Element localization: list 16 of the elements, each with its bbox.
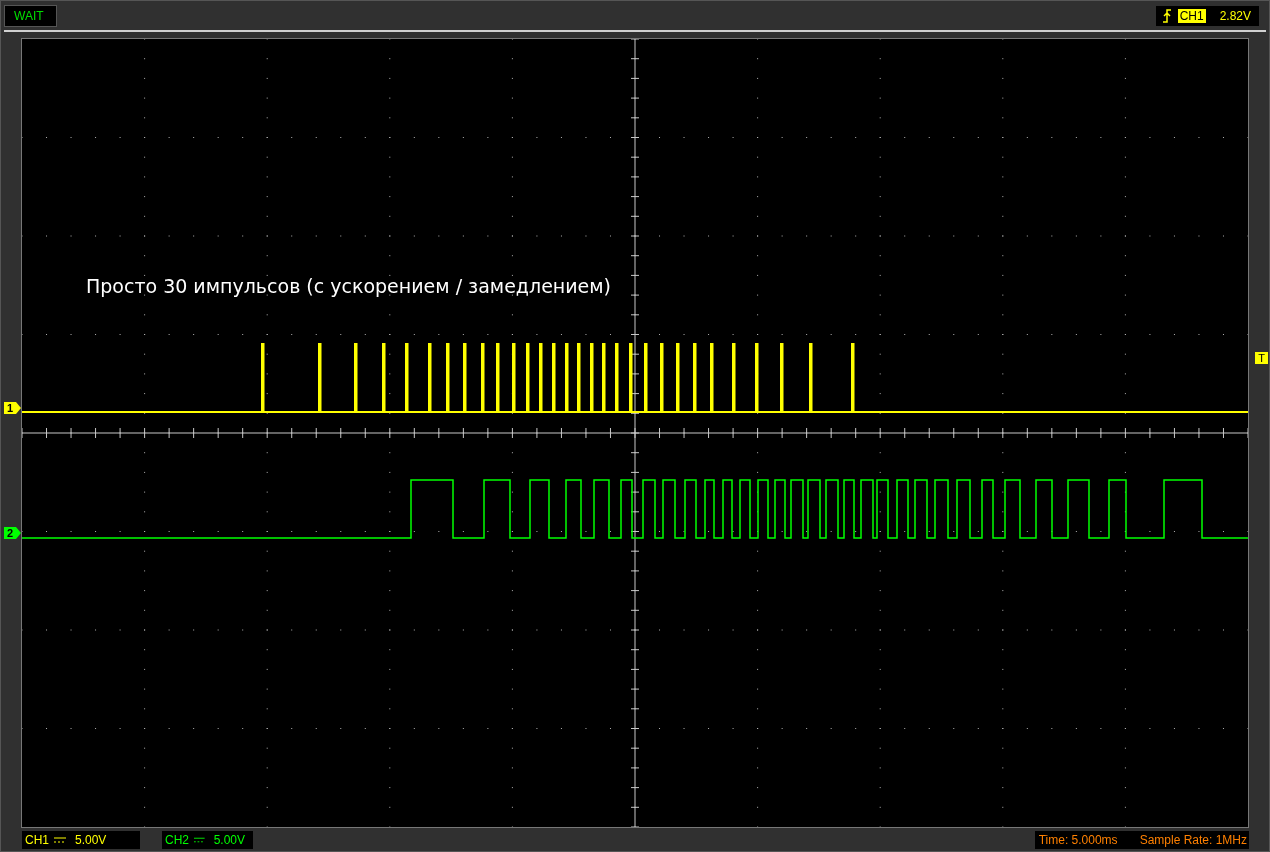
rising-edge-icon [1161, 7, 1172, 24]
timebase: Time: 5.000ms [1038, 833, 1118, 847]
channel-name: CH2 [165, 833, 189, 847]
channel-marker[interactable]: 2 [4, 527, 21, 539]
trigger-level-marker[interactable]: T [1255, 352, 1268, 364]
status-indicator: WAIT [4, 4, 57, 27]
annotation-text: Просто 30 импульсов (с ускорением / замедлением) [86, 275, 612, 297]
volts-per-div: 5.00V [75, 833, 107, 847]
channel-name: CH1 [25, 833, 49, 847]
dc-coupling-icon [54, 836, 66, 844]
dc-coupling-icon [194, 836, 205, 844]
sample-rate: Sample Rate: 1MHz [1139, 833, 1247, 847]
trigger-level: 2.82V [1219, 8, 1251, 23]
volts-per-div: 5.00V [213, 833, 245, 847]
channel-marker[interactable]: 1 [4, 402, 21, 414]
trigger-source: CH1 [1177, 8, 1206, 23]
